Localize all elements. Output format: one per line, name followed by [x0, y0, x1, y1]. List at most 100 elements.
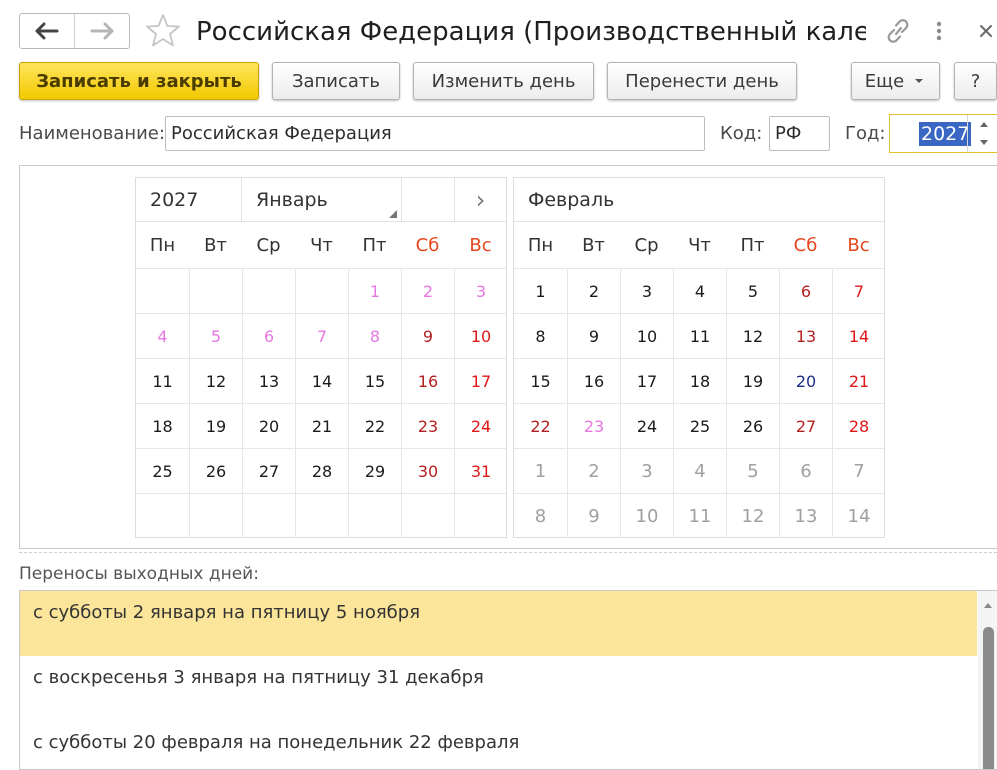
calendar-day[interactable]: 22 — [348, 403, 401, 448]
calendar-day[interactable]: 31 — [454, 448, 507, 493]
calendar-day[interactable]: 29 — [348, 448, 401, 493]
calendar-day[interactable]: 3 — [454, 268, 507, 313]
scroll-up-icon[interactable] — [978, 595, 997, 615]
calendar-day[interactable]: 11 — [136, 358, 189, 403]
calendar-day[interactable]: 2 — [401, 268, 454, 313]
calendar-day[interactable]: 23 — [567, 403, 620, 448]
calendar-day[interactable]: 17 — [620, 358, 673, 403]
calendar-day[interactable]: 21 — [832, 358, 885, 403]
calendar-day[interactable]: 6 — [779, 268, 832, 313]
save-button[interactable]: Записать — [272, 62, 400, 100]
calendar-day[interactable]: 12 — [726, 313, 779, 358]
calendar-day[interactable]: 11 — [673, 493, 726, 538]
calendar-day[interactable]: 27 — [779, 403, 832, 448]
save-and-close-button[interactable]: Записать и закрыть — [19, 62, 259, 100]
calendar-day[interactable]: 20 — [242, 403, 295, 448]
calendar-day[interactable]: 1 — [514, 268, 567, 313]
calendar-day[interactable]: 20 — [779, 358, 832, 403]
list-scrollbar[interactable] — [978, 591, 997, 769]
calendar-day[interactable]: 14 — [832, 493, 885, 538]
calendar-day[interactable]: 7 — [295, 313, 348, 358]
calendar-day[interactable]: 8 — [348, 313, 401, 358]
calendar-day[interactable]: 10 — [620, 493, 673, 538]
calendar-day[interactable]: 6 — [779, 448, 832, 493]
calendar-day[interactable]: 14 — [832, 313, 885, 358]
calendar-day[interactable]: 10 — [454, 313, 507, 358]
calendar-day[interactable]: 6 — [242, 313, 295, 358]
calendar-day[interactable]: 5 — [726, 268, 779, 313]
year-spinner[interactable] — [967, 115, 997, 152]
more-vertical-icon[interactable] — [932, 14, 946, 48]
calendar-day[interactable]: 24 — [620, 403, 673, 448]
calendar-day[interactable]: 25 — [673, 403, 726, 448]
calendar-day[interactable]: 23 — [401, 403, 454, 448]
calendar-day[interactable]: 28 — [295, 448, 348, 493]
calendar-day[interactable]: 16 — [401, 358, 454, 403]
calendar-day[interactable]: 9 — [401, 313, 454, 358]
calendar-day[interactable]: 19 — [726, 358, 779, 403]
calendar-day[interactable]: 5 — [726, 448, 779, 493]
help-button[interactable]: ? — [954, 62, 997, 100]
list-item[interactable]: с субботы 2 января на пятницу 5 ноября — [20, 591, 977, 656]
calendar-day[interactable]: 25 — [136, 448, 189, 493]
calendar-day[interactable]: 1 — [514, 448, 567, 493]
calendar-day[interactable]: 8 — [514, 313, 567, 358]
calendar-day[interactable]: 9 — [567, 493, 620, 538]
calendar-day[interactable]: 7 — [832, 268, 885, 313]
change-day-button[interactable]: Изменить день — [413, 62, 594, 100]
calendar-day[interactable]: 21 — [295, 403, 348, 448]
calendar-day[interactable]: 4 — [673, 268, 726, 313]
calendar-day[interactable]: 8 — [514, 493, 567, 538]
calendar-day[interactable]: 7 — [832, 448, 885, 493]
calendar-day[interactable]: 16 — [567, 358, 620, 403]
link-icon[interactable] — [884, 14, 914, 48]
calendar-day[interactable]: 9 — [567, 313, 620, 358]
list-item[interactable]: с воскресенья 3 января на пятницу 31 дек… — [20, 656, 977, 721]
calendar-day[interactable]: 2 — [567, 268, 620, 313]
forward-button[interactable] — [74, 14, 129, 48]
calendar-day[interactable]: 12 — [189, 358, 242, 403]
calendar-day[interactable]: 5 — [189, 313, 242, 358]
calendar-day[interactable]: 11 — [673, 313, 726, 358]
calendar-day[interactable]: 12 — [726, 493, 779, 538]
year-selector[interactable]: 2027 — [136, 178, 241, 222]
more-button[interactable]: Еще — [851, 62, 940, 100]
calendar-day[interactable]: 26 — [189, 448, 242, 493]
calendar-day[interactable]: 3 — [620, 448, 673, 493]
calendar-day[interactable]: 14 — [295, 358, 348, 403]
calendar-day[interactable]: 2 — [567, 448, 620, 493]
calendar-day[interactable]: 17 — [454, 358, 507, 403]
calendar-day[interactable]: 18 — [136, 403, 189, 448]
calendar-day[interactable]: 27 — [242, 448, 295, 493]
calendar-day[interactable]: 13 — [779, 493, 832, 538]
move-day-button[interactable]: Перенести день — [607, 62, 797, 100]
calendar-day[interactable]: 24 — [454, 403, 507, 448]
calendar-day[interactable]: 19 — [189, 403, 242, 448]
scrollbar-thumb[interactable] — [983, 627, 994, 769]
back-button[interactable] — [20, 14, 74, 48]
calendar-day[interactable]: 22 — [514, 403, 567, 448]
month-selector[interactable]: Январь — [241, 178, 401, 222]
calendar-day[interactable]: 10 — [620, 313, 673, 358]
calendar-day[interactable]: 4 — [136, 313, 189, 358]
calendar-day[interactable]: 30 — [401, 448, 454, 493]
name-field[interactable]: Российская Федерация — [165, 116, 705, 151]
calendar-day[interactable]: 28 — [832, 403, 885, 448]
calendar-day[interactable]: 15 — [514, 358, 567, 403]
calendar-day[interactable]: 1 — [348, 268, 401, 313]
next-month-icon[interactable]: › — [454, 178, 506, 222]
close-icon[interactable] — [976, 14, 996, 48]
spin-down-icon[interactable] — [968, 134, 997, 152]
spin-up-icon[interactable] — [968, 115, 997, 133]
calendar-day[interactable]: 15 — [348, 358, 401, 403]
favorite-star-icon[interactable] — [144, 12, 182, 50]
calendar-day[interactable]: 3 — [620, 268, 673, 313]
calendar-day[interactable]: 26 — [726, 403, 779, 448]
calendar-day[interactable]: 4 — [673, 448, 726, 493]
calendar-day[interactable]: 13 — [779, 313, 832, 358]
year-field[interactable]: 2027 — [889, 114, 997, 153]
calendar-day[interactable]: 18 — [673, 358, 726, 403]
list-item[interactable]: с субботы 20 февраля на понедельник 22 ф… — [20, 721, 977, 769]
calendar-day[interactable]: 13 — [242, 358, 295, 403]
code-field[interactable]: РФ — [769, 116, 830, 151]
